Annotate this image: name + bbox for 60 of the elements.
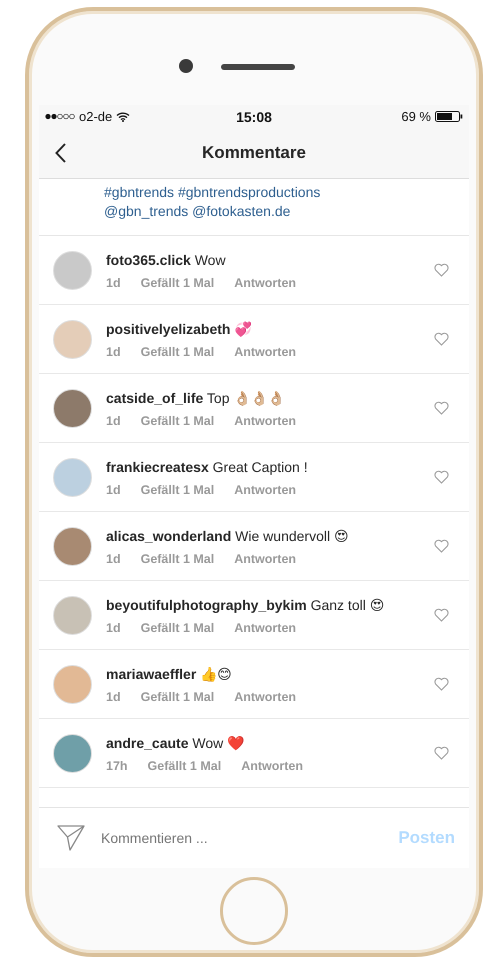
reply-link[interactable]: Antworten — [234, 483, 296, 497]
reply-link[interactable]: Antworten — [234, 276, 296, 290]
comment-text: positivelyelizabeth 💞 — [106, 320, 252, 339]
avatar-placeholder[interactable] — [53, 388, 92, 428]
likes-link[interactable]: Gefällt 1 Mal — [140, 483, 214, 497]
hashtag-line[interactable]: @gbn_trends @fotokasten.de — [104, 202, 469, 221]
comment-text: frankiecreatesx Great Caption ! — [106, 458, 309, 477]
comment-text: andre_caute Wow ❤ — [106, 734, 246, 753]
wifi-icon — [116, 112, 130, 122]
heart-icon[interactable] — [434, 401, 449, 415]
send-icon[interactable] — [57, 825, 85, 851]
likes-link[interactable]: Gefällt 1 Mal — [140, 345, 214, 359]
hashtag-line[interactable]: #gbntrends #gbntrendsproductions — [104, 183, 469, 202]
comment-text: mariawaeffler 👍😊 — [106, 665, 233, 684]
post-button[interactable]: Posten — [398, 824, 455, 852]
comment-age: 1d — [106, 690, 121, 704]
battery-percent: 69 % — [401, 109, 431, 124]
avatar-placeholder[interactable] — [53, 526, 92, 566]
camera-dot — [179, 59, 193, 73]
comment-age: 1d — [106, 414, 121, 428]
reply-link[interactable]: Antworten — [234, 552, 296, 566]
heart-icon[interactable] — [434, 677, 449, 691]
back-icon[interactable] — [55, 143, 67, 163]
reply-link[interactable]: Antworten — [234, 690, 296, 704]
heart-icon[interactable] — [434, 470, 449, 484]
comment-text: catside_of_life Top 👌🏼👌🏼👌🏼 — [106, 389, 286, 408]
likes-link[interactable]: Gefällt 1 Mal — [140, 621, 214, 635]
heart-icon[interactable] — [434, 539, 449, 553]
carrier-name: o2-de — [79, 109, 112, 124]
likes-link[interactable]: Gefällt 1 Mal — [140, 552, 214, 566]
comment-age: 1d — [106, 552, 121, 566]
comment-age: 1d — [106, 345, 121, 359]
likes-link[interactable]: Gefällt 1 Mal — [148, 759, 222, 773]
comment-age: 1d — [106, 483, 121, 497]
comment-input[interactable]: Kommentieren ... — [99, 829, 384, 847]
avatar-placeholder[interactable] — [53, 596, 92, 634]
heart-icon[interactable] — [434, 746, 449, 760]
screen-title: Kommentare — [202, 143, 306, 163]
signal-icon — [45, 113, 75, 120]
avatar-placeholder[interactable] — [53, 664, 92, 704]
likes-link[interactable]: Gefällt 1 Mal — [140, 414, 214, 428]
comment-age: 1d — [106, 621, 121, 635]
comment-text: beyoutifulphotography_bykim Ganz toll 😍 — [106, 596, 386, 615]
reply-link[interactable]: Antworten — [234, 414, 296, 428]
reply-link[interactable]: Antworten — [241, 759, 303, 773]
battery-icon — [435, 111, 463, 122]
comment-age: 1d — [106, 276, 121, 290]
clock-time: 15:08 — [236, 108, 272, 124]
heart-icon[interactable] — [434, 263, 449, 277]
reply-link[interactable]: Antworten — [234, 621, 296, 635]
reply-link[interactable]: Antworten — [234, 345, 296, 359]
comment-text: foto365.click Wow — [106, 251, 227, 270]
avatar-placeholder[interactable] — [53, 734, 92, 772]
comment-text: alicas_wonderland Wie wundervoll 😍 — [106, 527, 350, 546]
heart-icon[interactable] — [434, 332, 449, 346]
likes-link[interactable]: Gefällt 1 Mal — [140, 276, 214, 290]
heart-icon[interactable] — [434, 608, 449, 622]
likes-link[interactable]: Gefällt 1 Mal — [140, 690, 214, 704]
avatar-placeholder[interactable] — [53, 250, 92, 290]
comment-age: 17h — [106, 759, 128, 773]
